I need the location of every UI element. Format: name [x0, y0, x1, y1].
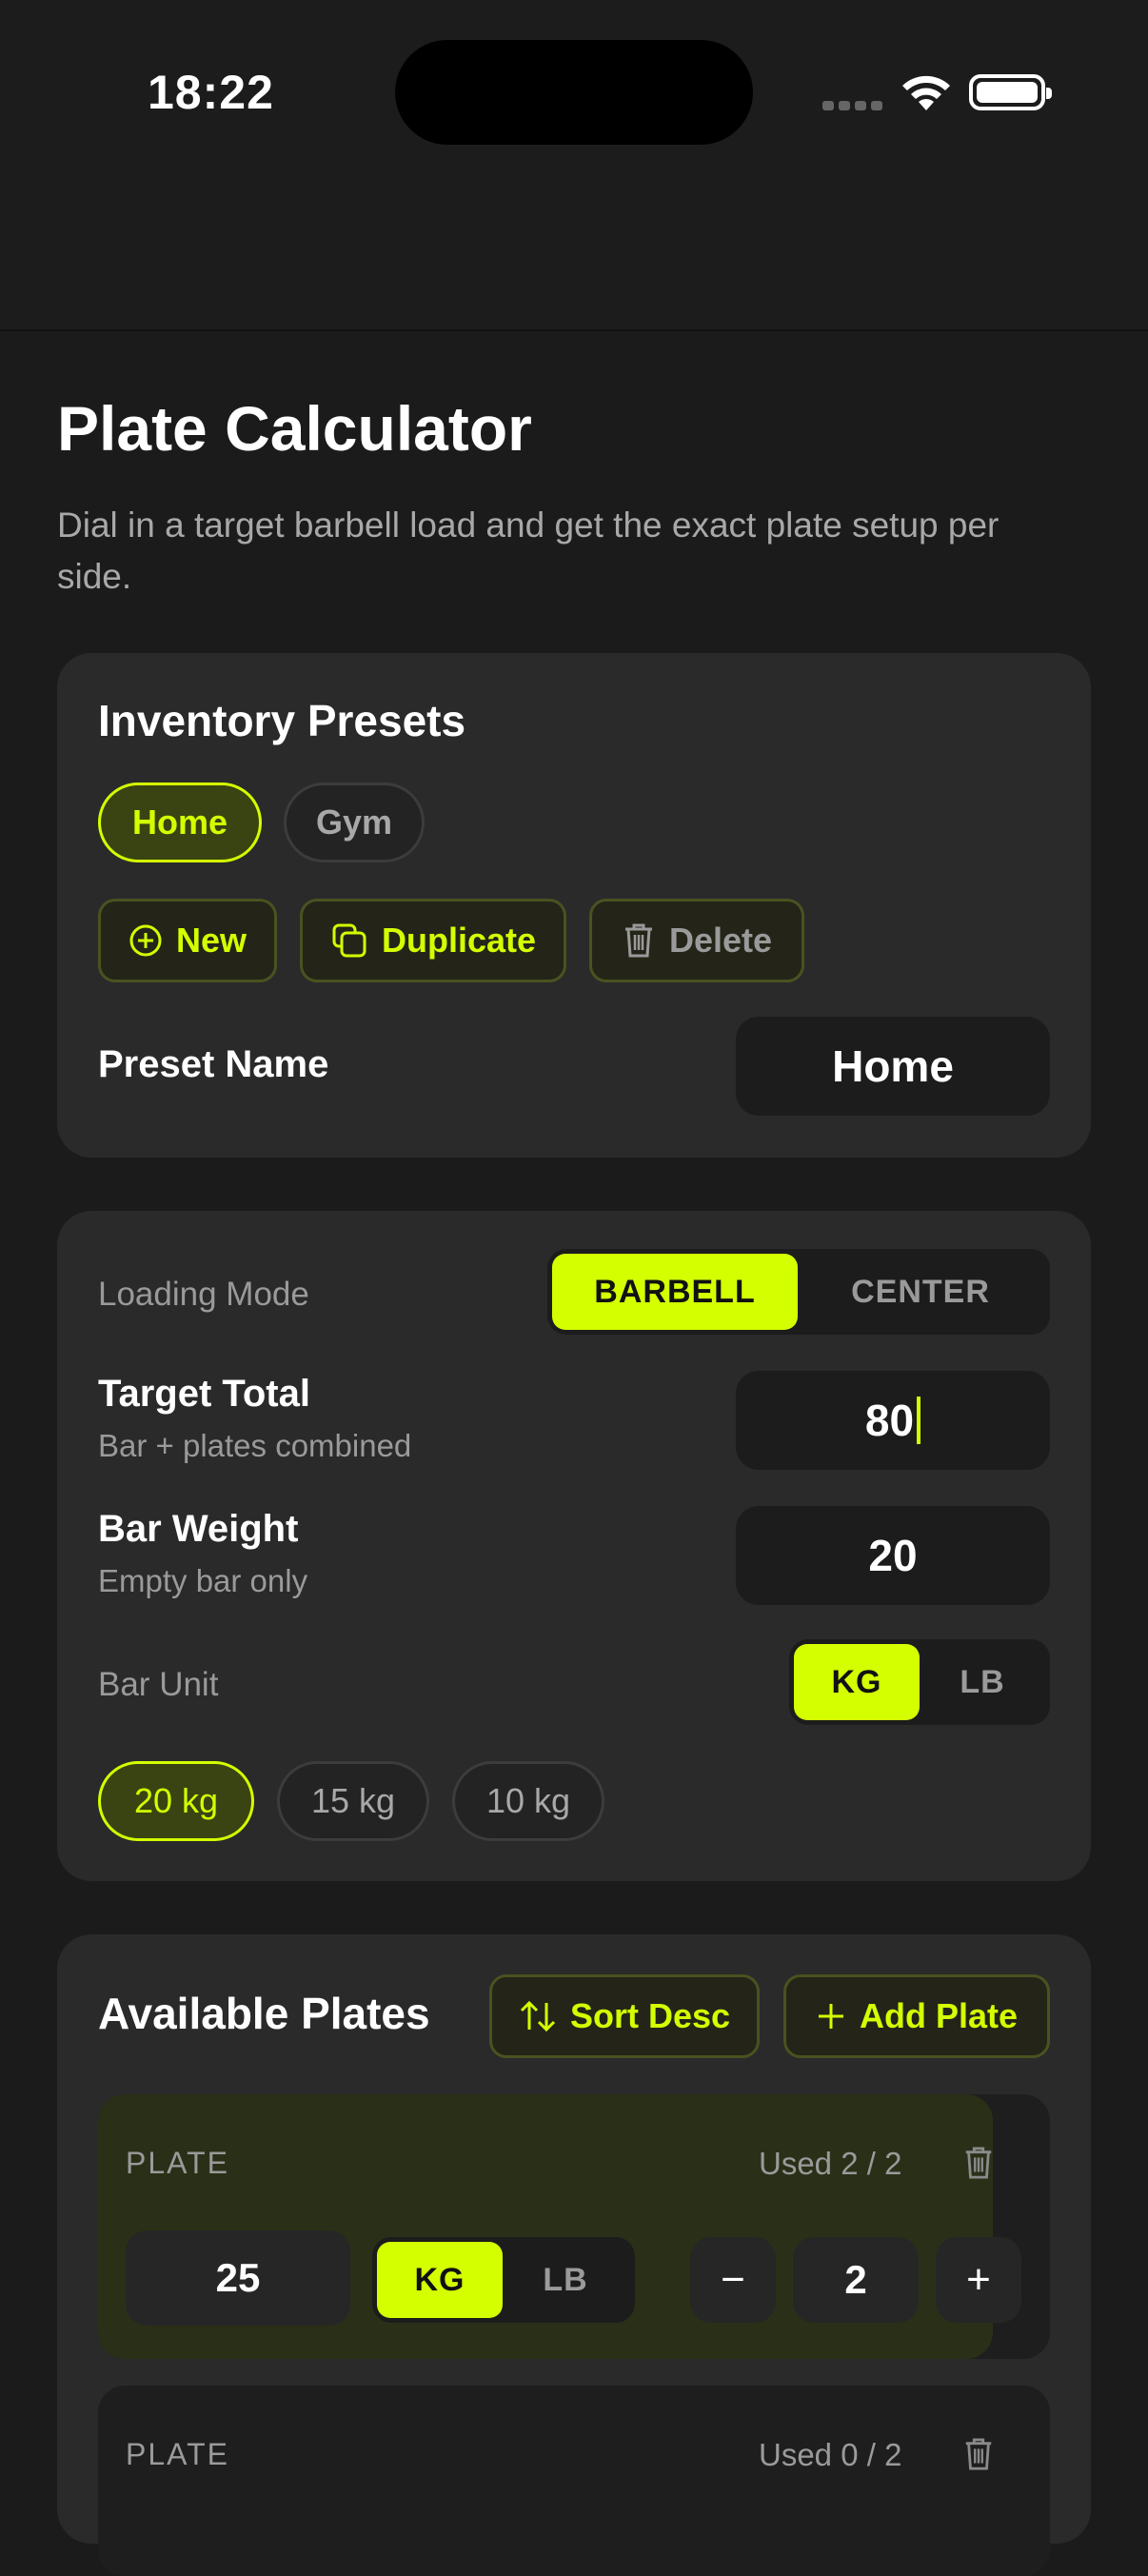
plate-used-count: Used 0 / 2: [759, 2437, 902, 2472]
plate-unit-kg[interactable]: KG: [377, 2242, 503, 2318]
plate-count-value[interactable]: 2: [793, 2237, 919, 2323]
target-total-value: 80: [864, 1396, 915, 1445]
target-total-input[interactable]: 80: [736, 1371, 1050, 1470]
loading-mode-segmented-control: BARBELL CENTER: [547, 1249, 1050, 1335]
bar-chip-15kg[interactable]: 15 kg: [277, 1761, 429, 1841]
bar-chip-20kg[interactable]: 20 kg: [98, 1761, 254, 1841]
preset-chip-gym[interactable]: Gym: [284, 783, 425, 862]
plate-used-count: Used 2 / 2: [759, 2146, 902, 2181]
bar-unit-label: Bar Unit: [98, 1666, 219, 1703]
bar-weight-label: Bar Weight: [98, 1508, 299, 1550]
plate-count-decrement-button[interactable]: −: [690, 2237, 776, 2323]
available-plates-card: Available Plates Sort Desc Add Plate PLA…: [57, 1934, 1091, 2576]
new-preset-button[interactable]: New: [98, 899, 277, 982]
plate-row-label: PLATE: [126, 2437, 229, 2471]
plate-row: PLATE Used 0 / 2: [98, 2386, 1050, 2576]
preset-name-input[interactable]: Home: [736, 1017, 1050, 1116]
delete-preset-button[interactable]: Delete: [589, 899, 804, 982]
target-total-label: Target Total: [98, 1373, 310, 1415]
inventory-presets-card: Inventory Presets Home Gym New Duplicate…: [57, 653, 1091, 1158]
plus-icon: [818, 2004, 843, 2029]
sort-desc-button[interactable]: Sort Desc: [489, 1974, 760, 2058]
duplicate-preset-label: Duplicate: [381, 921, 537, 960]
add-plate-label: Add Plate: [859, 1996, 1019, 2035]
plate-row: PLATE Used 2 / 2 25 KG LB − 2 +: [98, 2094, 1050, 2359]
status-bar: 18:22: [0, 0, 1148, 331]
status-time: 18:22: [148, 66, 274, 119]
add-plate-button[interactable]: Add Plate: [783, 1974, 1050, 2058]
delete-preset-label: Delete: [668, 921, 773, 960]
sort-desc-label: Sort Desc: [569, 1996, 731, 2035]
plate-row-label: PLATE: [126, 2146, 229, 2180]
text-caret: [917, 1397, 921, 1444]
trash-icon: [624, 923, 652, 958]
available-plates-title: Available Plates: [98, 1989, 430, 2038]
page-subtitle: Dial in a target barbell load and get th…: [57, 505, 1000, 596]
loading-settings-card: Loading Mode BARBELL CENTER Target Total…: [57, 1211, 1091, 1881]
bar-chip-10kg[interactable]: 10 kg: [452, 1761, 604, 1841]
preset-chip-home[interactable]: Home: [98, 783, 262, 862]
bar-weight-input[interactable]: 20: [736, 1506, 1050, 1605]
plus-circle-icon: [129, 924, 162, 957]
bar-unit-segmented-control: KG LB: [789, 1639, 1050, 1725]
loading-mode-center[interactable]: CENTER: [798, 1254, 1043, 1330]
inventory-presets-title: Inventory Presets: [98, 696, 466, 745]
plate-unit-segmented-control: KG LB: [372, 2237, 635, 2323]
battery-icon: [969, 74, 1052, 110]
duplicate-icon: [332, 923, 366, 958]
plate-unit-lb[interactable]: LB: [503, 2242, 628, 2318]
duplicate-preset-button[interactable]: Duplicate: [300, 899, 566, 982]
delete-plate-icon[interactable]: [962, 2435, 995, 2473]
preset-name-label: Preset Name: [98, 1043, 329, 1085]
loading-mode-label: Loading Mode: [98, 1276, 309, 1313]
bar-unit-lb[interactable]: LB: [920, 1644, 1045, 1720]
plate-weight-input[interactable]: 25: [126, 2230, 350, 2326]
cellular-signal-icon: [822, 101, 882, 110]
loading-mode-barbell[interactable]: BARBELL: [552, 1254, 798, 1330]
delete-plate-icon[interactable]: [962, 2144, 995, 2182]
wifi-icon: [902, 75, 950, 110]
sort-icon: [520, 2000, 556, 2032]
target-total-hint: Bar + plates combined: [98, 1428, 412, 1463]
plate-count-increment-button[interactable]: +: [936, 2237, 1021, 2323]
dynamic-island: [395, 40, 753, 145]
page-title: Plate Calculator: [57, 393, 532, 464]
new-preset-label: New: [175, 921, 247, 960]
bar-unit-kg[interactable]: KG: [794, 1644, 920, 1720]
bar-weight-hint: Empty bar only: [98, 1563, 308, 1598]
